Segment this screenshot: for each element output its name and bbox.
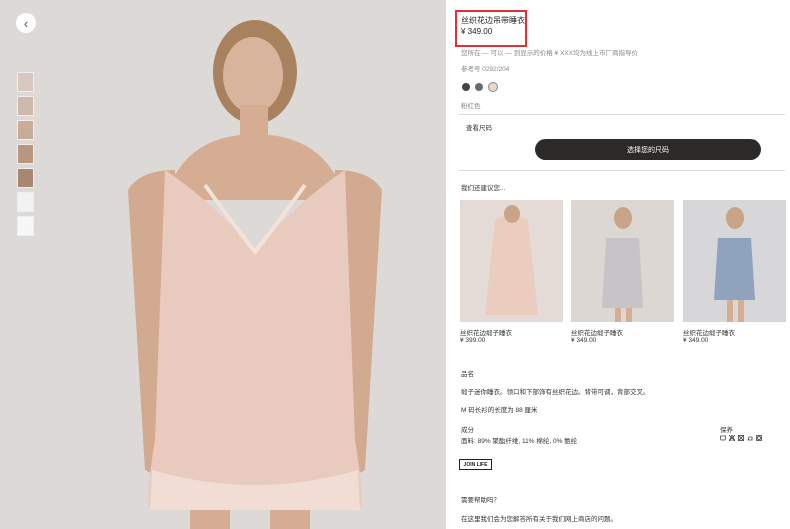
recommend-item-name: 丝织花边缎子睡衣 (571, 330, 623, 337)
recommend-item[interactable] (683, 200, 786, 322)
thumbnail[interactable] (17, 168, 34, 188)
divider (459, 114, 785, 115)
iron-icon (747, 436, 753, 441)
select-size-button[interactable]: 选择您的尺码 (535, 139, 761, 160)
product-ref: 参考号 0292/204 (461, 66, 510, 73)
recommend-item-price: ¥ 349.00 (683, 337, 709, 344)
composition-text: 面料: 89% 聚酯纤维, 11% 棉纶, 0% 氨纶 (461, 438, 578, 445)
thumbnail[interactable] (17, 144, 34, 164)
wash-icon (720, 435, 726, 441)
size-guide-link[interactable]: 查看尺码 (466, 122, 492, 132)
thumbnail[interactable] (17, 96, 34, 116)
recommend-item[interactable] (460, 200, 563, 322)
thumbnail[interactable] (17, 120, 34, 140)
color-name: 粉红色 (461, 103, 481, 110)
composition-label: 成分 (461, 427, 474, 434)
care-label: 保养 (720, 427, 733, 434)
thumbnail[interactable] (17, 192, 34, 212)
dry-clean-icon (756, 435, 762, 441)
help-heading: 需要帮助吗？ (461, 497, 500, 504)
chevron-left-icon: ‹ (23, 15, 29, 31)
details-heading: 品名 (461, 371, 474, 378)
recommend-item-name: 丝织花边缎子睡衣 (683, 330, 735, 337)
no-bleach-icon (729, 435, 735, 441)
thumbnail[interactable] (17, 72, 34, 92)
recommend-item[interactable] (571, 200, 674, 322)
joinlife-badge: JOIN LIFE (459, 459, 492, 470)
recommend-item-name: 丝织花边缎子睡衣 (460, 330, 512, 337)
divider (459, 170, 785, 171)
recommend-item-price: ¥ 399.00 (460, 337, 486, 344)
recommend-photo (602, 207, 643, 322)
thumbnail-list (17, 72, 35, 240)
recommend-photo (485, 205, 538, 315)
color-swatch-selected[interactable] (488, 82, 498, 92)
recommend-heading: 我们还建议您... (461, 185, 506, 192)
product-gallery: ‹ (0, 0, 446, 529)
product-title: 丝织花边吊带睡衣 (461, 16, 525, 25)
product-price: ¥ 349.00 (461, 27, 493, 36)
color-swatch[interactable] (475, 83, 483, 91)
recommend-item-price: ¥ 349.00 (571, 337, 597, 344)
thumbnail[interactable] (17, 216, 34, 236)
details-description: 缎子迷你睡衣。领口和下部饰有丝织花边。背带可调，背部交叉。 (461, 389, 650, 396)
recommend-photo (714, 207, 755, 322)
no-tumble-dry-icon (738, 435, 744, 441)
details-length: M 码长衫的长度为 88 厘米 (461, 407, 538, 414)
help-text: 在这里我们会为您解答所有关于我们网上商店的问题。 (461, 516, 617, 523)
model-photo (128, 20, 382, 529)
color-swatch[interactable] (462, 83, 470, 91)
back-button[interactable]: ‹ (16, 13, 36, 33)
price-note: 您所在 — 可以 — 到显示的价格 ¥ XXX均为线上市厂商指导价 (461, 50, 638, 57)
